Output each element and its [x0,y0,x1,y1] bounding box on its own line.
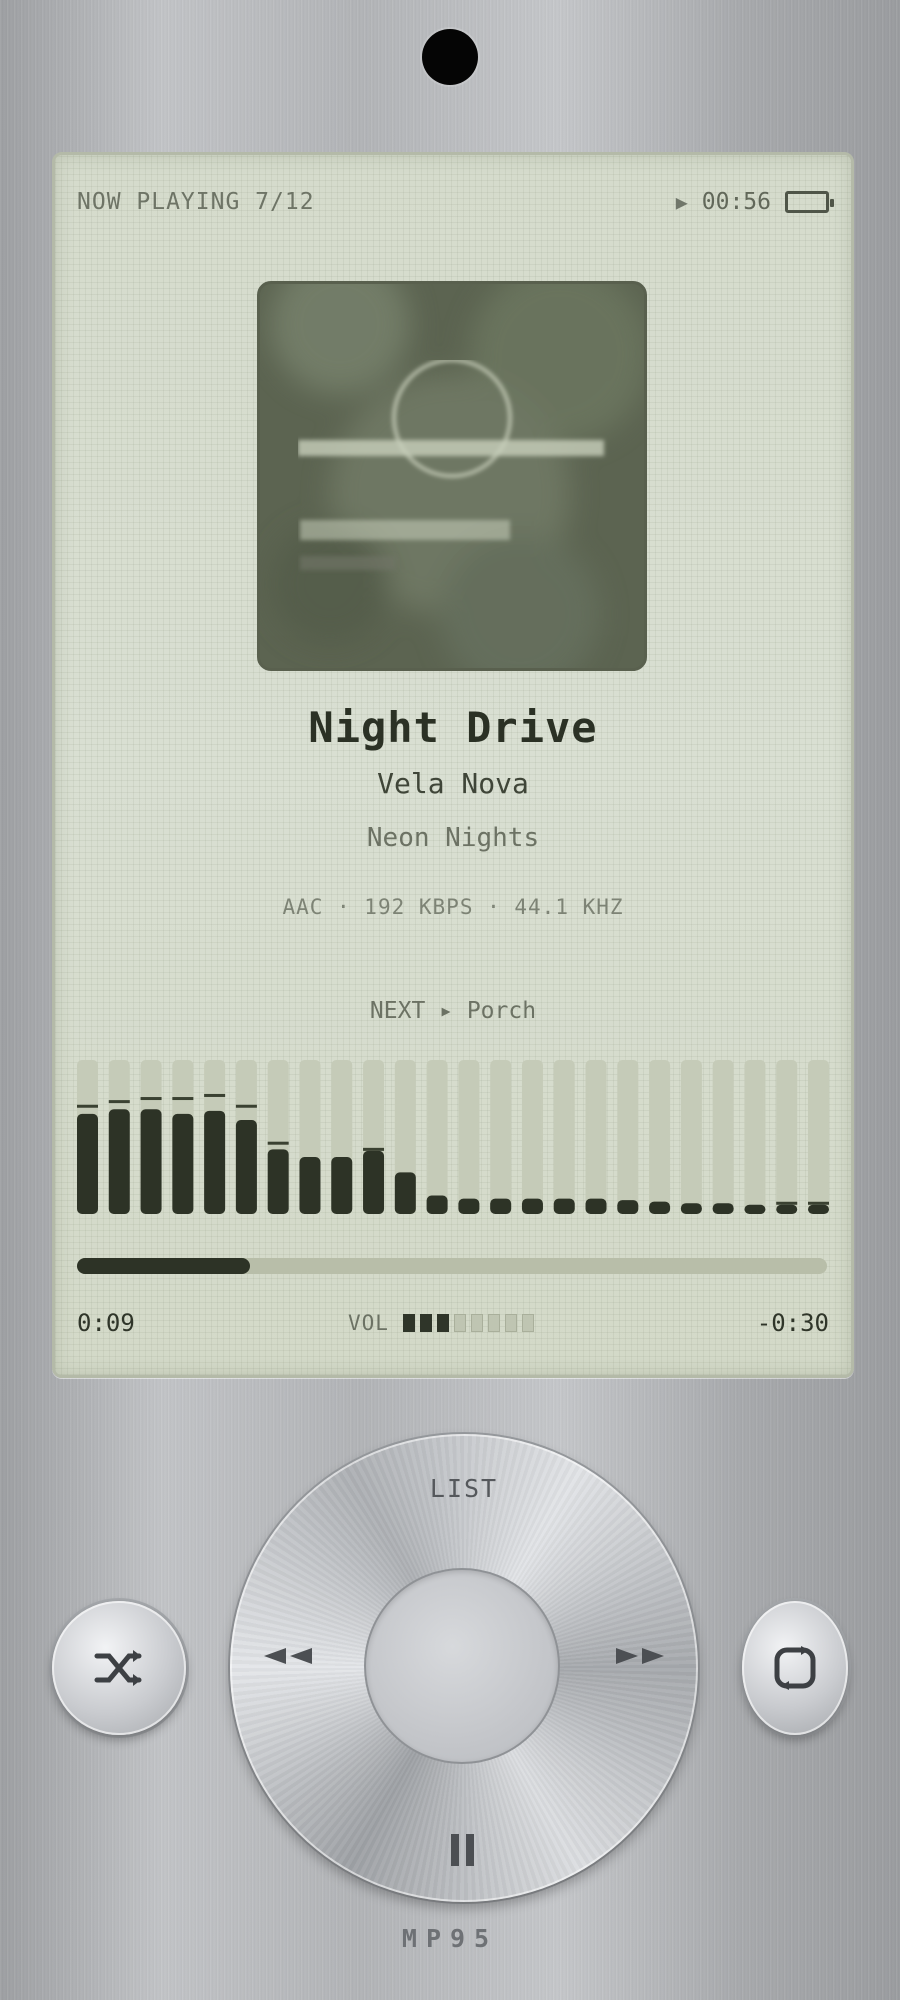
repeat-button[interactable] [742,1601,848,1735]
spectrum-bar [521,1198,543,1214]
time-remaining: -0:30 [756,1309,829,1337]
fast-forward-icon[interactable] [612,1646,664,1666]
progress-bar[interactable] [77,1258,827,1274]
spectrum-track [490,1060,512,1214]
album-art-image [260,284,644,668]
clock: 00:56 [701,189,771,215]
spectrum-track [585,1060,607,1214]
spectrum-peak [77,1104,98,1108]
spectrum-bar [617,1200,639,1214]
spectrum-track [521,1060,543,1214]
spectrum-track [553,1060,575,1214]
volume-level [402,1314,534,1332]
progress-fill [77,1258,250,1274]
volume-block [419,1314,432,1332]
spectrum-bar [235,1120,257,1214]
spectrum-bar [331,1157,353,1214]
spectrum-bar [172,1113,194,1214]
spectrum-track [426,1060,448,1214]
spectrum-bar [267,1149,289,1214]
volume-indicator: VOL [348,1311,534,1335]
shuffle-icon [94,1650,142,1686]
audio-format-info: AAC · 192 KBPS · 44.1 KHZ [282,895,624,919]
spectrum-track [680,1060,702,1214]
spectrum-bar [808,1204,829,1214]
pause-icon[interactable] [448,1832,478,1868]
spectrum-bar [77,1113,98,1214]
spectrum-peak [204,1093,226,1097]
album-art [257,281,647,671]
spectrum-peak [172,1097,194,1101]
battery-icon [785,191,834,213]
spectrum-bar [680,1203,702,1214]
volume-block [521,1314,534,1332]
spectrum-track [776,1060,798,1214]
now-playing-indicator: NOW PLAYING 7/12 [77,189,315,215]
spectrum-bar [490,1198,512,1214]
track-album: Neon Nights [366,823,540,853]
time-elapsed: 0:09 [77,1309,135,1337]
track-artist: Vela Nova [377,767,529,800]
brand-logo: MP95 [401,1924,499,1953]
track-title: Night Drive [308,703,598,752]
lcd-screen: NOW PLAYING 7/12 ▶ 00:56 Night Drive Vel… [52,152,854,1378]
spectrum-peak [776,1201,798,1205]
camera-lens [422,29,478,85]
spectrum-bar [204,1110,226,1214]
spectrum-bar [299,1157,321,1214]
spectrum-peak [108,1100,130,1104]
spectrum-peak [267,1141,289,1145]
spectrum-bar [363,1150,385,1214]
status-bar-right: ▶ 00:56 [675,189,834,215]
spectrum-track [712,1060,734,1214]
spectrum-bar [649,1201,671,1214]
spectrum-track [744,1060,766,1214]
list-button[interactable]: LIST [230,1474,698,1503]
volume-block [470,1314,483,1332]
spectrum-bar [744,1204,766,1214]
volume-block [436,1314,449,1332]
play-state-icon: ▶ [675,190,688,214]
click-wheel[interactable]: LIST [230,1434,698,1902]
rewind-icon[interactable] [264,1646,316,1666]
spectrum-bar [426,1195,448,1214]
spectrum-bar [108,1109,130,1214]
volume-block [453,1314,466,1332]
volume-block [402,1314,415,1332]
spectrum-track [458,1060,480,1214]
shuffle-button[interactable] [52,1601,186,1735]
volume-label: VOL [348,1311,389,1335]
spectrum-bar [458,1198,480,1214]
spectrum-peak [808,1201,829,1205]
spectrum-visualizer [77,1060,829,1214]
spectrum-bar [776,1204,798,1214]
volume-block [504,1314,517,1332]
spectrum-bar [553,1198,575,1214]
volume-block [487,1314,500,1332]
select-button[interactable] [364,1568,560,1764]
next-track: NEXT ▸ Porch [369,998,537,1024]
spectrum-peak [363,1147,385,1151]
spectrum-bar [585,1198,607,1214]
spectrum-peak [235,1104,257,1108]
spectrum-track [617,1060,639,1214]
spectrum-track [649,1060,671,1214]
spectrum-bar [140,1109,162,1214]
spectrum-track [808,1060,829,1214]
spectrum-peak [140,1097,162,1101]
spectrum-bar [712,1203,734,1214]
spectrum-bar [394,1172,416,1214]
repeat-icon [774,1646,816,1690]
